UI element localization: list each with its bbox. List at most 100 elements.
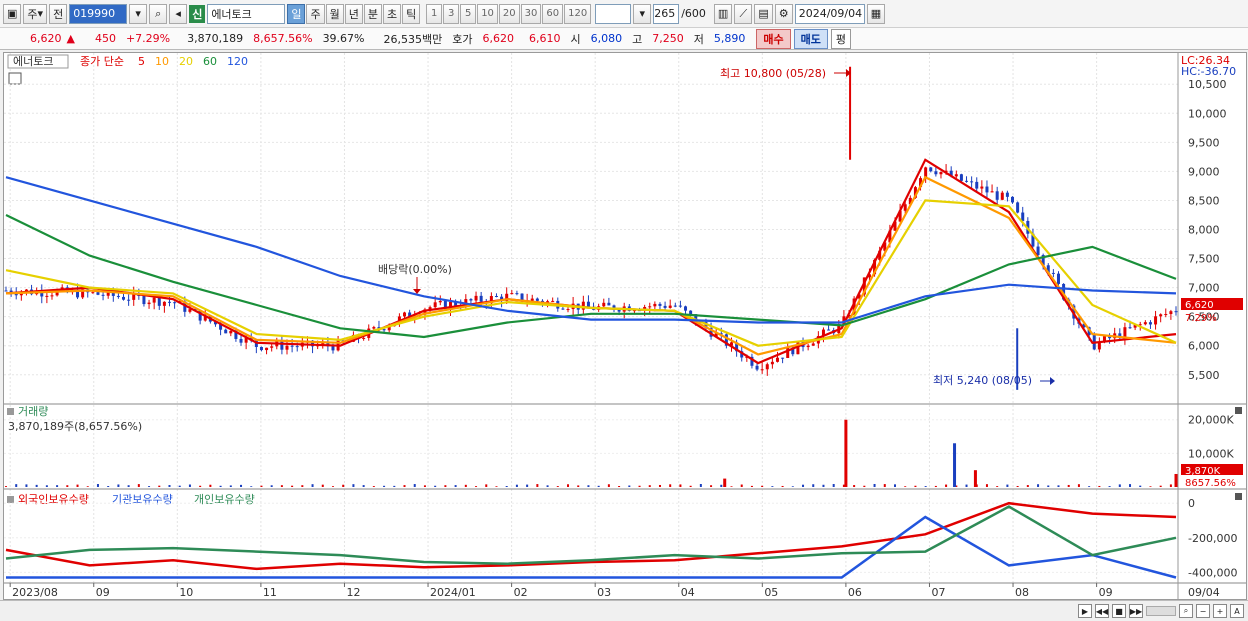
search-icon[interactable]: ⌕ <box>149 3 168 24</box>
candle-body <box>566 309 570 311</box>
holding-legend-0: 외국인보유수량 <box>18 493 89 506</box>
volume-bar <box>505 486 508 487</box>
table-icon[interactable] <box>8 72 22 85</box>
candle-body <box>673 305 677 307</box>
line-tool-icon[interactable]: ⟋ <box>734 3 753 24</box>
volume-bar <box>1088 486 1091 487</box>
scroll-bar[interactable] <box>1146 606 1176 616</box>
save-icon[interactable]: ▤ <box>754 3 773 24</box>
buy-button[interactable]: 매수 <box>756 28 791 49</box>
x-tick-label: 04 <box>681 586 695 599</box>
data-count-input[interactable]: 265 <box>653 3 680 24</box>
candle-body <box>372 327 376 329</box>
candle-type-icon[interactable]: ▥ <box>713 3 733 24</box>
volume-bar <box>699 484 702 487</box>
holding-close-icon[interactable] <box>1235 493 1242 500</box>
volume-bar <box>1016 485 1019 487</box>
calendar-icon[interactable]: ▦ <box>866 3 886 24</box>
volume-bar <box>1139 485 1142 487</box>
candle-body <box>127 299 131 301</box>
volume-bar <box>56 485 59 487</box>
period-button-5[interactable]: 초 <box>382 3 402 24</box>
forward-icon[interactable]: ▶▶ <box>1129 604 1143 618</box>
candle-body <box>648 306 652 308</box>
chart-menu-icon[interactable]: ▣ <box>3 3 22 24</box>
volume-bar <box>240 484 243 487</box>
volume-bar <box>914 485 917 487</box>
high-annotation: 최고 10,800 (05/28) <box>720 67 826 80</box>
interval-button-20[interactable]: 20 <box>498 3 520 24</box>
period-button-4[interactable]: 분 <box>363 3 382 24</box>
period-button-6[interactable]: 틱 <box>402 3 421 24</box>
sell-button[interactable]: 매도 <box>793 28 828 49</box>
candle-body <box>551 300 555 302</box>
candle-body <box>985 186 989 193</box>
hoga-label: 호가 <box>452 32 473 46</box>
volume-bar <box>669 484 672 487</box>
stock-code-input[interactable]: 019990 <box>69 3 128 24</box>
holding-line-2 <box>5 505 1177 565</box>
zoom-icon[interactable]: ⌕ <box>1179 604 1193 618</box>
period-button-0[interactable]: 일 <box>287 3 306 24</box>
period-button-1[interactable]: 주 <box>306 3 325 24</box>
stock-name-field[interactable]: 에너토크 <box>207 3 286 24</box>
gear-icon[interactable]: ⚙ <box>774 3 793 24</box>
candle-body <box>929 167 933 172</box>
chart-area[interactable]: 에너토크 종가 단순 5 10 20 60 120 LC:26.34 HC:-36.70… <box>3 52 1247 600</box>
candle-body <box>433 302 437 308</box>
volume-bar <box>107 486 110 487</box>
trade-amount: 26,535백만 <box>383 32 443 46</box>
candle-body <box>438 300 442 303</box>
volume-bar <box>710 485 713 487</box>
valuation-button[interactable]: 평 <box>830 28 851 49</box>
price-tick-label: 9,500 <box>1188 136 1220 149</box>
period-dropdown[interactable]: 주 ▾ <box>23 3 48 24</box>
candle-body <box>1174 311 1178 313</box>
volume-bar <box>188 484 191 487</box>
interval-button-10[interactable]: 10 <box>477 3 498 24</box>
volume-bar <box>372 486 375 487</box>
candle-body <box>331 346 335 351</box>
open-price: 6,080 <box>590 32 623 45</box>
period-button-3[interactable]: 년 <box>344 3 363 24</box>
custom-period-dropdown[interactable]: ▾ <box>633 3 652 24</box>
prev-button[interactable]: 전 <box>49 3 68 24</box>
font-size-icon[interactable]: A <box>1230 604 1244 618</box>
custom-period-input[interactable] <box>595 3 632 24</box>
volume-bar <box>137 484 140 487</box>
candle-body <box>91 292 95 294</box>
interval-button-30[interactable]: 30 <box>520 3 542 24</box>
low-annotation: 최저 5,240 (08/05) <box>933 374 1032 387</box>
volume-bar <box>5 486 7 487</box>
code-dropdown-icon[interactable]: ▾ <box>129 3 148 24</box>
chart-svg[interactable]: 에너토크 종가 단순 5 10 20 60 120 LC:26.34 HC:-36.70… <box>4 53 1246 599</box>
holding-legend-2: 개인보유수량 <box>194 493 255 506</box>
next-icon[interactable]: ▶ <box>1078 604 1092 618</box>
interval-button-1[interactable]: 1 <box>426 3 443 24</box>
volume-spike-bar <box>1174 473 1178 487</box>
candle-body <box>265 347 269 351</box>
candle-body <box>770 361 774 365</box>
stop-icon[interactable]: ■ <box>1112 604 1126 618</box>
zoom-in-icon[interactable]: + <box>1213 604 1227 618</box>
volume-close-icon[interactable] <box>1235 407 1242 414</box>
x-tick-label: 12 <box>346 586 360 599</box>
interval-button-3[interactable]: 3 <box>443 3 460 24</box>
holding-line-0 <box>5 501 1177 571</box>
ma-period-labels: 5 10 20 60 120 <box>138 55 248 68</box>
x-tick-label: 09 <box>1099 586 1113 599</box>
candle-body <box>827 329 831 331</box>
zoom-out-icon[interactable]: − <box>1196 604 1210 618</box>
interval-button-120[interactable]: 120 <box>564 3 592 24</box>
date-input[interactable]: 2024/09/04 <box>794 3 865 24</box>
price-tick-label: 9,000 <box>1188 165 1220 178</box>
volume-bar <box>209 484 212 487</box>
candle-body <box>270 346 274 348</box>
interval-button-60[interactable]: 60 <box>542 3 564 24</box>
volume-bar <box>1057 485 1060 487</box>
period-button-2[interactable]: 월 <box>325 3 344 24</box>
volume-bar <box>413 484 416 487</box>
interval-button-5[interactable]: 5 <box>460 3 477 24</box>
rewind-icon[interactable]: ◀◀ <box>1095 604 1109 618</box>
speaker-icon[interactable]: ◂ <box>169 3 188 24</box>
